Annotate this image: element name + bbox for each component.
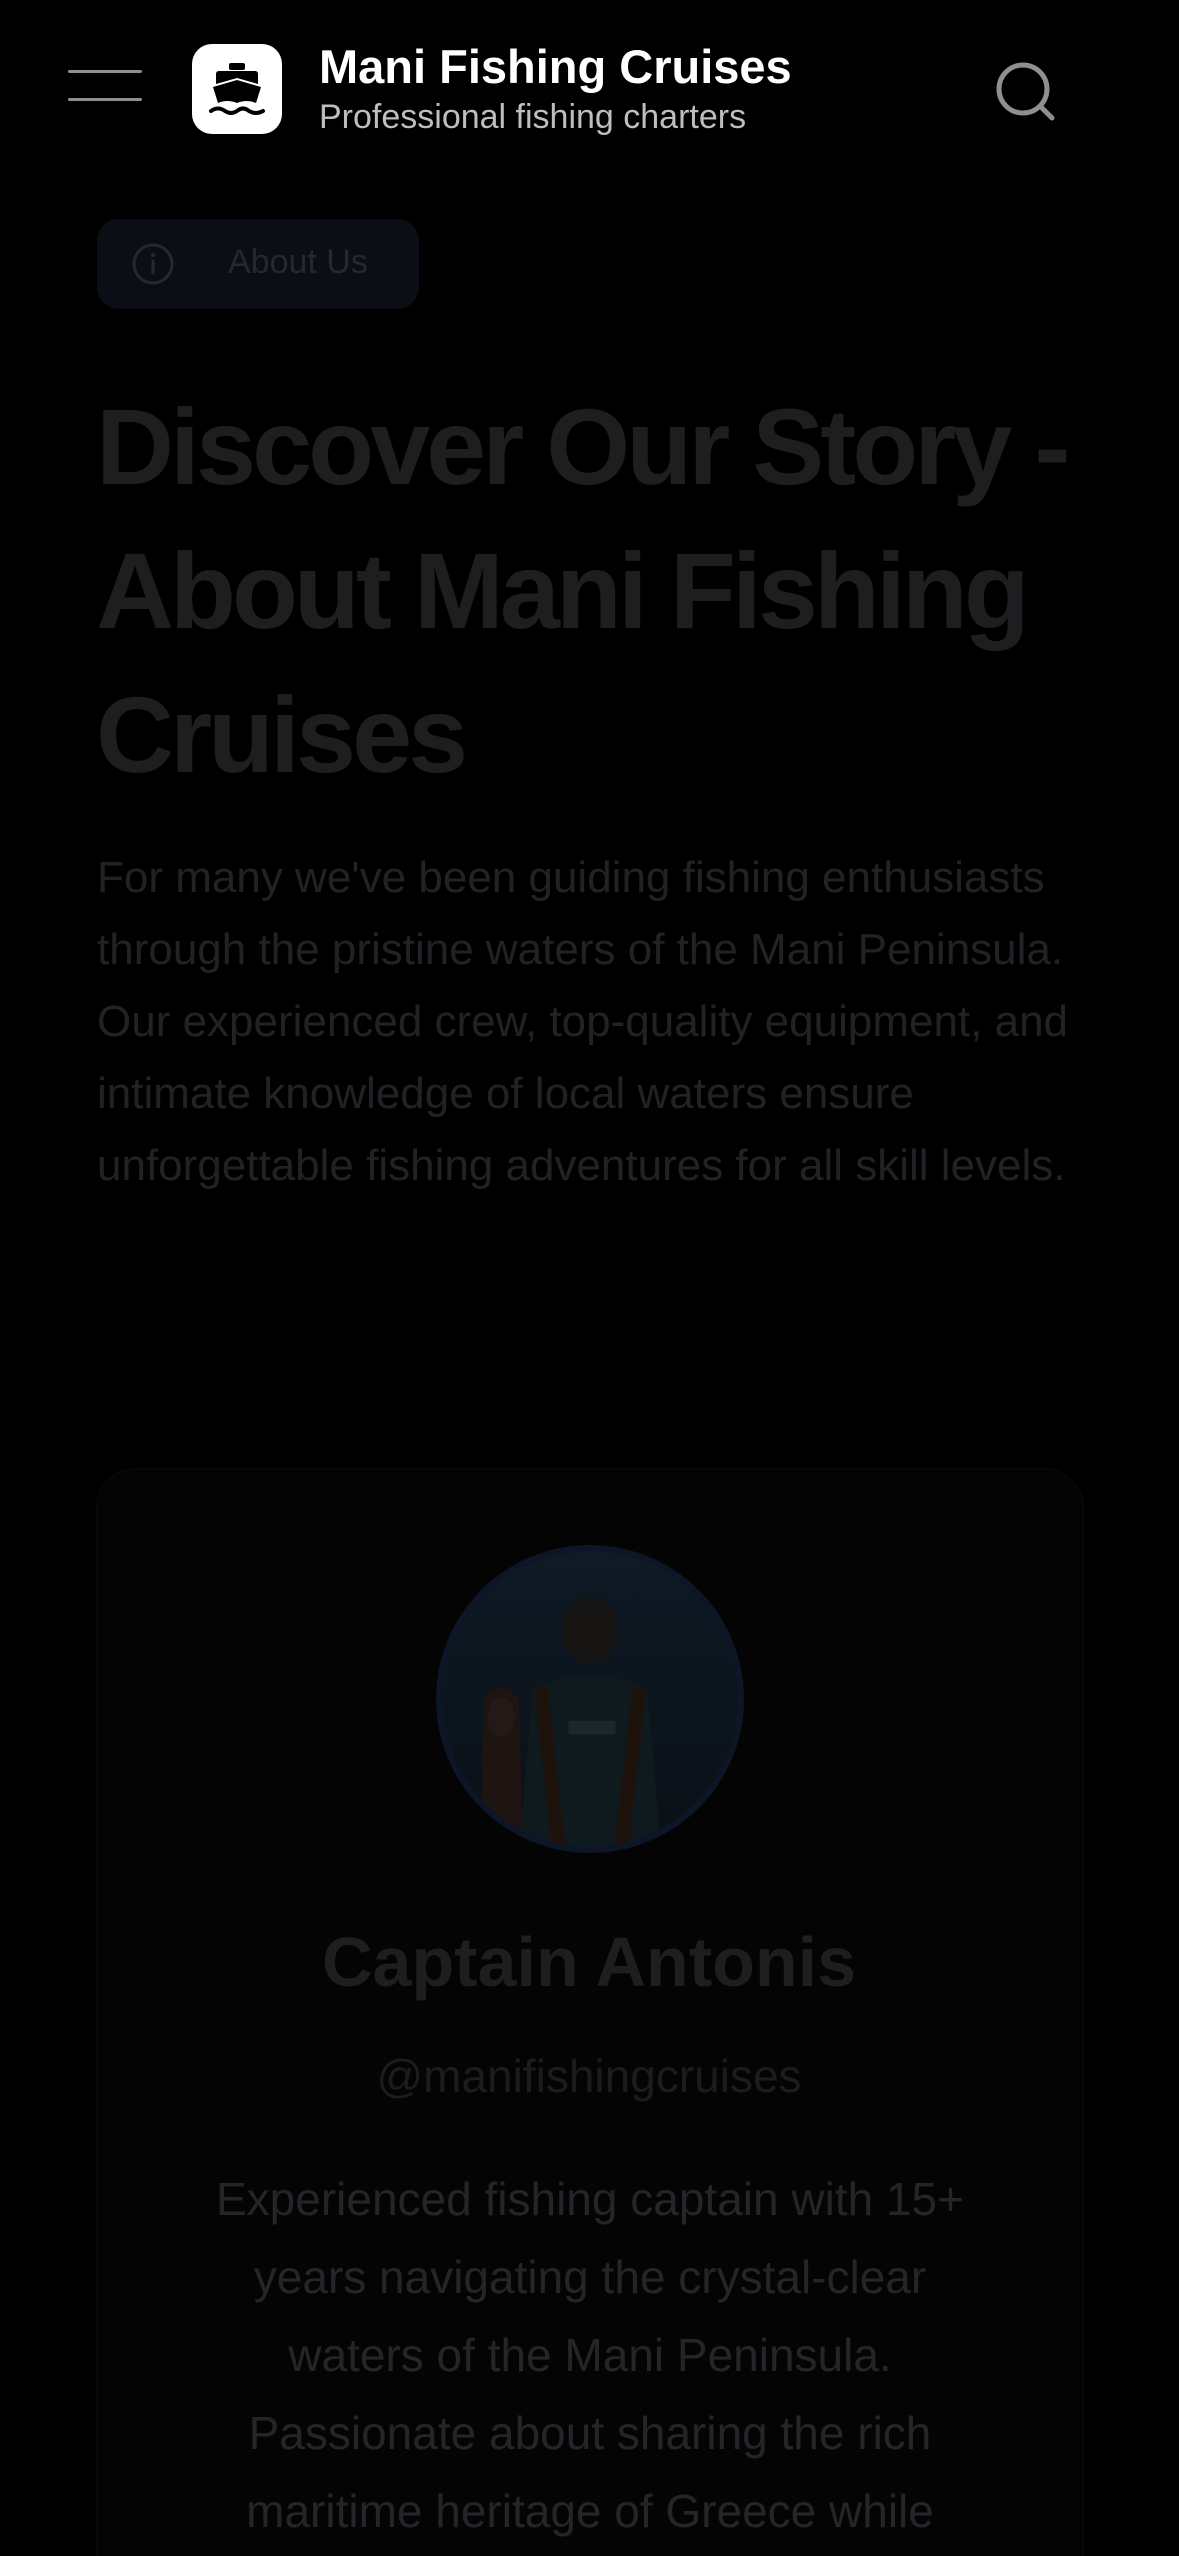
menu-bar-bottom <box>68 98 142 101</box>
brand-title[interactable]: Mani Fishing Cruises <box>319 40 792 94</box>
captain-avatar <box>436 1545 744 1853</box>
info-icon <box>132 243 174 285</box>
menu-bar-top <box>68 70 142 73</box>
search-icon[interactable] <box>990 56 1060 126</box>
captain-photo <box>442 1551 738 1847</box>
ship-icon <box>209 63 265 115</box>
page: Mani Fishing Cruises Professional fishin… <box>0 0 1179 2556</box>
page-title: Discover Our Story - About Mani Fishing … <box>96 386 1070 795</box>
hamburger-menu-icon[interactable] <box>68 62 144 108</box>
captain-handle-link[interactable]: @manifishingcruises <box>96 2049 1082 2103</box>
brand-subtitle: Professional fishing charters <box>319 98 747 136</box>
about-us-label: About Us <box>228 243 368 281</box>
app-header: Mani Fishing Cruises Professional fishin… <box>0 0 1179 180</box>
brand-logo[interactable] <box>192 44 282 134</box>
about-us-badge: About Us <box>97 219 419 309</box>
captain-bio: Experienced fishing captain with 15+ yea… <box>216 2173 964 2537</box>
hero-description: For many we've been guiding fishing enth… <box>97 853 1069 1190</box>
captain-name: Captain Antonis <box>321 1923 857 2001</box>
